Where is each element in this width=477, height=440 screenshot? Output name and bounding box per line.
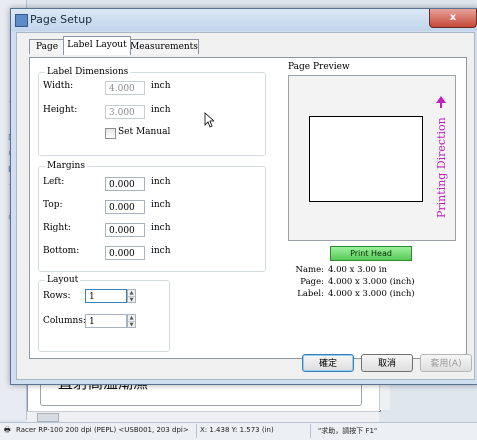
dialog-client: Page Label Layout Measurements Label Dim…: [16, 32, 475, 380]
info-page-key: Page:: [300, 277, 324, 287]
page-preview-area: Printing Direction: [288, 75, 456, 241]
bottom-margin-field[interactable]: 0.000: [105, 246, 145, 260]
dialog-titlebar[interactable]: Page Setup x: [11, 9, 477, 31]
left-margin-field[interactable]: 0.000: [105, 177, 145, 191]
info-label-value: 4.000 x 3.000 (inch): [328, 289, 415, 299]
ok-button[interactable]: 確定: [302, 354, 354, 372]
top-margin-field[interactable]: 0.000: [105, 200, 145, 214]
printing-direction-text: Printing Direction: [435, 117, 448, 218]
spin-down-icon[interactable]: ▼: [128, 297, 135, 303]
columns-field[interactable]: 1: [85, 314, 127, 328]
help-hint: "求助，請按下 F1": [318, 427, 378, 435]
bottom-margin-unit: inch: [151, 246, 171, 256]
preview-label-rect: [309, 116, 423, 202]
apply-button[interactable]: 套用(A): [420, 354, 472, 372]
status-divider: [196, 424, 197, 438]
columns-label: Columns:: [43, 316, 86, 326]
bottom-margin-label: Bottom:: [43, 246, 80, 256]
spin-up-icon[interactable]: ▲: [128, 315, 135, 322]
info-label-key: Label:: [297, 289, 324, 299]
right-margin-field[interactable]: 0.000: [105, 223, 145, 237]
rows-spinner[interactable]: ▲ ▼: [127, 289, 136, 303]
spin-up-icon[interactable]: ▲: [128, 290, 135, 297]
margins-title: Margins: [45, 161, 87, 172]
columns-spinner[interactable]: ▲ ▼: [127, 314, 136, 328]
tab-panel-label-layout: Label Dimensions Width: 4.000 inch Heigh…: [29, 57, 467, 359]
left-margin-label: Left:: [43, 177, 65, 187]
width-label: Width:: [43, 81, 74, 91]
info-page-value: 4.000 x 3.000 (inch): [328, 277, 415, 287]
margins-group: Margins Left: 0.000 inch Top: 0.000 inch…: [38, 161, 266, 272]
scroll-thumb[interactable]: [37, 413, 59, 422]
right-margin-unit: inch: [151, 223, 171, 233]
top-margin-unit: inch: [151, 200, 171, 210]
page-preview-title: Page Preview: [288, 62, 350, 72]
mouse-cursor-icon: [204, 112, 214, 128]
horizontal-scrollbar[interactable]: [27, 411, 379, 422]
info-name-value: 4.00 x 3.00 in: [328, 265, 387, 275]
direction-arrow-icon: [436, 96, 446, 108]
width-field[interactable]: 4.000: [105, 81, 145, 95]
set-manual-checkbox[interactable]: [105, 128, 116, 139]
cursor-coordinates: X: 1.438 Y: 1.573 (in): [200, 426, 274, 434]
rows-label: Rows:: [43, 291, 71, 301]
printing-direction-label: Printing Direction: [435, 106, 448, 218]
label-dimensions-group: Label Dimensions Width: 4.000 inch Heigh…: [38, 67, 266, 156]
top-margin-label: Top:: [43, 200, 63, 210]
status-bar: 🖶 Racer RP-100 200 dpi (PEPL) <USB001, 2…: [0, 422, 477, 440]
dialog-title: Page Setup: [30, 13, 93, 26]
rows-field[interactable]: 1: [85, 289, 127, 303]
page-setup-dialog: Page Setup x Page Label Layout Measureme…: [10, 8, 477, 385]
height-label: Height:: [43, 105, 78, 115]
width-unit: inch: [151, 81, 171, 91]
height-field[interactable]: 3.000: [105, 105, 145, 119]
printer-icon: 🖶: [4, 426, 11, 434]
print-head-indicator: Print Head: [330, 246, 412, 261]
close-button[interactable]: x: [429, 9, 477, 28]
left-margin-unit: inch: [151, 177, 171, 187]
label-dimensions-title: Label Dimensions: [45, 67, 131, 78]
spin-down-icon[interactable]: ▼: [128, 322, 135, 328]
layout-title: Layout: [45, 275, 81, 286]
info-name-key: Name:: [295, 265, 324, 275]
height-unit: inch: [151, 105, 171, 115]
status-divider: [310, 424, 311, 438]
tab-label-layout[interactable]: Label Layout: [63, 36, 131, 55]
cancel-button[interactable]: 取消: [361, 354, 413, 372]
printer-status: Racer RP-100 200 dpi (PEPL) <USB001, 203…: [16, 426, 189, 434]
layout-group: Layout Rows: 1 ▲ ▼ Columns: 1 ▲ ▼: [38, 275, 170, 352]
tab-measurements[interactable]: Measurements: [129, 39, 199, 54]
set-manual-label[interactable]: Set Manual: [118, 127, 170, 137]
right-margin-label: Right:: [43, 223, 71, 233]
app-icon: [15, 14, 28, 27]
tab-page[interactable]: Page: [29, 39, 65, 54]
